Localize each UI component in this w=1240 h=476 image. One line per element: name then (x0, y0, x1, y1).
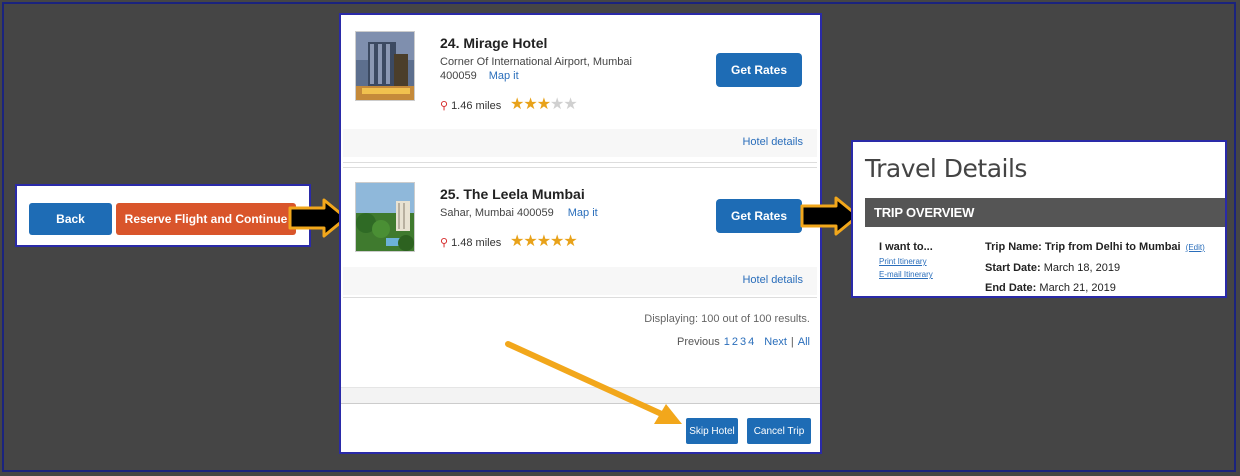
star-icon: ★ (550, 96, 564, 113)
distance-text: 1.46 miles (451, 99, 502, 112)
hotel-name[interactable]: 25. The Leela Mumbai (440, 186, 585, 202)
start-date-value: March 18, 2019 (1043, 262, 1121, 274)
star-icon: ★ (523, 233, 537, 250)
star-rating: ★★★★★ (510, 231, 578, 251)
i-want-to-label: I want to... (879, 241, 933, 253)
edit-trip-link[interactable]: (Edit) (1186, 243, 1205, 252)
print-itinerary-link[interactable]: Print Itinerary (879, 257, 927, 266)
next-link[interactable]: Next (764, 336, 787, 348)
location-pin-icon: ⚲ (440, 237, 449, 249)
location-pin-icon: ⚲ (440, 100, 449, 112)
star-icon: ★ (510, 96, 524, 113)
star-icon: ★ (523, 96, 537, 113)
hotel-distance: ⚲ 1.48 miles (440, 236, 502, 250)
star-icon: ★ (563, 96, 577, 113)
flight-actions-panel: Back Reserve Flight and Continue (15, 184, 311, 247)
trip-overview-header: TRIP OVERVIEW (865, 198, 1225, 227)
get-rates-button[interactable]: Get Rates (716, 53, 802, 87)
distance-text: 1.48 miles (451, 236, 502, 249)
start-date-label: Start Date: (985, 262, 1041, 274)
skip-hotel-button[interactable]: Skip Hotel (686, 418, 738, 444)
page-link-2[interactable]: 2 (732, 336, 738, 348)
trip-name-row: Trip Name: Trip from Delhi to Mumbai (Ed… (985, 241, 1205, 253)
hotel-details-bar: Hotel details (343, 267, 817, 295)
all-link[interactable]: All (798, 336, 810, 348)
hotel-details-link[interactable]: Hotel details (742, 274, 803, 286)
hotel-card: 25. The Leela Mumbai Sahar, Mumbai 40005… (343, 167, 817, 298)
hotel-address: Corner Of International Airport, Mumbai … (440, 55, 632, 83)
start-date-row: Start Date: March 18, 2019 (985, 262, 1120, 274)
trip-name-value: Trip from Delhi to Mumbai (1044, 241, 1181, 253)
hotel-name[interactable]: 24. Mirage Hotel (440, 35, 547, 51)
end-date-label: End Date: (985, 282, 1037, 294)
reserve-flight-button[interactable]: Reserve Flight and Continue (116, 203, 296, 235)
star-icon: ★ (536, 233, 551, 250)
page-link-1[interactable]: 1 (724, 336, 730, 348)
address-line: 400059 (440, 70, 477, 82)
travel-details-panel: Travel Details TRIP OVERVIEW I want to..… (851, 140, 1227, 298)
get-rates-button[interactable]: Get Rates (716, 199, 802, 233)
star-icon: ★ (510, 233, 524, 250)
map-it-link[interactable]: Map it (568, 207, 598, 219)
address-line: Corner Of International Airport, Mumbai (440, 56, 632, 68)
star-icon: ★ (536, 96, 551, 113)
email-itinerary-link[interactable]: E-mail Itinerary (879, 270, 933, 279)
pagination: Previous 1 2 3 4 Next | All (677, 336, 810, 348)
back-button[interactable]: Back (29, 203, 112, 235)
hotel-card: 24. Mirage Hotel Corner Of International… (343, 15, 817, 163)
pager-separator: | (790, 336, 794, 348)
page-link-3[interactable]: 3 (740, 336, 746, 348)
cancel-trip-button[interactable]: Cancel Trip (747, 418, 811, 444)
results-count: Displaying: 100 out of 100 results. (644, 313, 810, 325)
hotel-details-bar: Hotel details (343, 129, 817, 157)
page-title: Travel Details (865, 154, 1027, 183)
star-icon: ★ (563, 233, 577, 250)
map-it-link[interactable]: Map it (489, 70, 519, 82)
star-rating: ★★★★★ (510, 94, 578, 114)
star-icon: ★ (550, 233, 564, 250)
end-date-value: March 21, 2019 (1039, 282, 1116, 294)
address-line: Sahar, Mumbai 400059 (440, 207, 554, 219)
end-date-row: End Date: March 21, 2019 (985, 282, 1116, 294)
hotel-photo[interactable] (355, 31, 415, 101)
annotation-arrow-icon (505, 341, 682, 424)
hotel-distance: ⚲ 1.46 miles (440, 99, 502, 113)
page-link-4[interactable]: 4 (748, 336, 754, 348)
hotel-photo[interactable] (355, 182, 415, 252)
hotel-address: Sahar, Mumbai 400059 Map it (440, 206, 598, 220)
trip-name-label: Trip Name: (985, 241, 1042, 253)
hotel-details-link[interactable]: Hotel details (742, 136, 803, 148)
